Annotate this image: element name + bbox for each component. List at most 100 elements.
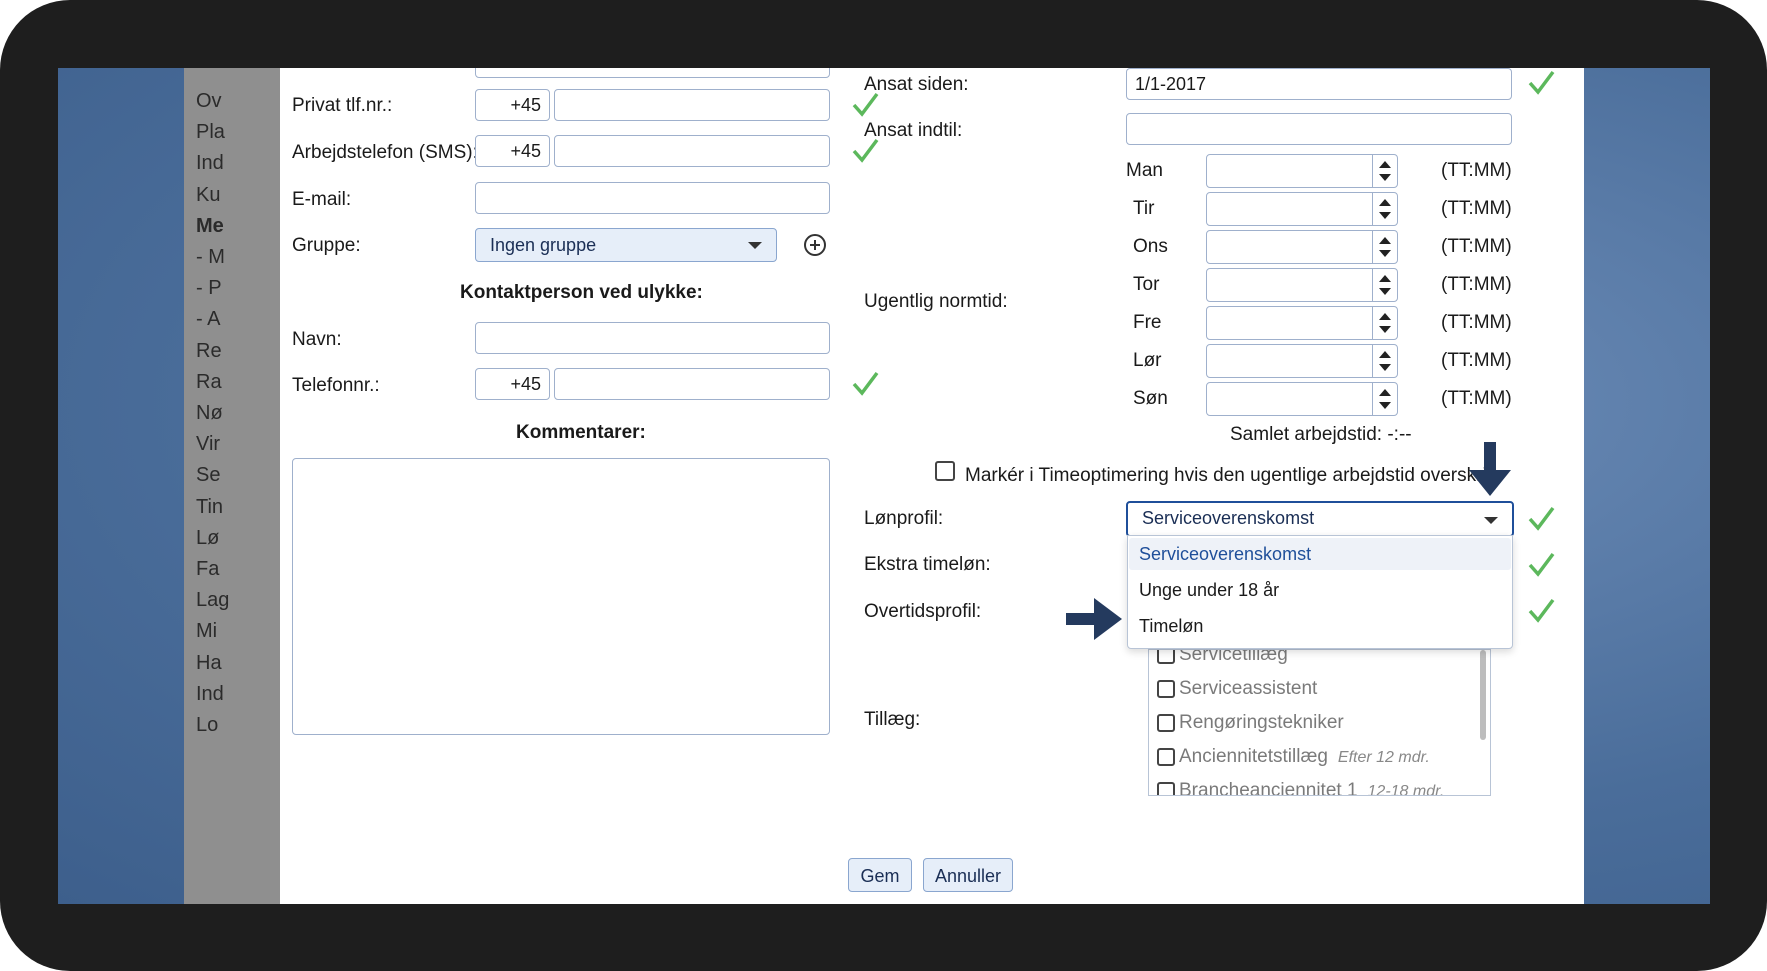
device-frame: Ov Pla Ind Ku Me - M - P - A Re Ra Nø Vir Se Tin Lø Fa L…	[0, 0, 1767, 971]
stepper-buttons[interactable]	[1372, 383, 1397, 415]
tillaeg-item[interactable]: Serviceassistent	[1157, 678, 1327, 708]
day-label: Fre	[1133, 312, 1162, 333]
chevron-up-icon[interactable]	[1379, 199, 1391, 206]
chevron-down-icon[interactable]	[1379, 288, 1391, 295]
chevron-down-icon[interactable]	[1379, 250, 1391, 257]
chevron-down-icon[interactable]	[1379, 402, 1391, 409]
day-hours-stepper[interactable]	[1206, 268, 1398, 302]
save-button[interactable]: Gem	[848, 858, 912, 892]
day-hours-stepper[interactable]	[1206, 230, 1398, 264]
privat-number-input[interactable]	[554, 89, 830, 121]
privat-label: Privat tlf.nr.:	[292, 95, 393, 116]
tillaeg-checkbox[interactable]	[1157, 713, 1175, 732]
telefon-number-input[interactable]	[554, 368, 830, 400]
ansat-indtil-field[interactable]	[1126, 113, 1512, 145]
email-label: E-mail:	[292, 189, 352, 210]
telefon-prefix-input[interactable]: +45	[475, 368, 550, 400]
day-hours-stepper[interactable]	[1206, 382, 1398, 416]
ansat-indtil-label: Ansat indtil:	[864, 120, 963, 141]
dropdown-option-unge[interactable]: Unge under 18 år	[1129, 574, 1511, 606]
lonprofil-label: Lønprofil:	[864, 508, 944, 529]
chevron-up-icon[interactable]	[1379, 237, 1391, 244]
navn-field[interactable]	[475, 322, 830, 354]
chevron-down-icon[interactable]	[1379, 364, 1391, 371]
day-hours-stepper[interactable]	[1206, 154, 1398, 188]
day-unit-label: (TT:MM)	[1441, 274, 1512, 295]
chevron-down-icon[interactable]	[1379, 326, 1391, 333]
tillaeg-list[interactable]: Servicetillæg Serviceassistent Rengøringst…	[1148, 649, 1491, 796]
lonprofil-value: Serviceoverenskomst	[1142, 508, 1315, 528]
chevron-up-icon[interactable]	[1379, 161, 1391, 168]
ugentlig-label: Ugentlig normtid:	[864, 291, 1008, 312]
tillaeg-item-note: Efter 12 mdr.	[1337, 749, 1430, 766]
add-group-icon[interactable]	[804, 234, 826, 256]
dropdown-option-serviceoverenskomst[interactable]: Serviceoverenskomst	[1129, 538, 1511, 570]
background-menu-item: Ha	[196, 651, 222, 674]
contact-heading: Kontaktperson ved ulykke:	[460, 282, 703, 303]
stepper-buttons[interactable]	[1372, 345, 1397, 377]
day-hours-stepper[interactable]	[1206, 344, 1398, 378]
lonprofil-select[interactable]: Serviceoverenskomst	[1126, 501, 1514, 537]
tillaeg-item[interactable]: Anciennitetstillæg Efter 12 mdr.	[1157, 746, 1430, 776]
arbejd-number-input[interactable]	[554, 135, 830, 167]
ansat-siden-field[interactable]: 1/1-2017	[1126, 68, 1512, 100]
marker-checkbox[interactable]	[935, 461, 955, 481]
stepper-buttons[interactable]	[1372, 155, 1397, 187]
day-unit-label: (TT:MM)	[1441, 350, 1512, 371]
tillaeg-item-note: 12-18 mdr.	[1367, 783, 1445, 796]
tillaeg-checkbox[interactable]	[1157, 650, 1175, 664]
day-label: Ons	[1133, 236, 1168, 257]
chevron-down-icon[interactable]	[1379, 174, 1391, 181]
tillaeg-checkbox[interactable]	[1157, 781, 1175, 795]
tillaeg-checkbox[interactable]	[1157, 747, 1175, 766]
employee-dialog: Privat tlf.nr.: +45 Arbejdstelefon (SMS)…	[280, 68, 1584, 904]
tillaeg-scrollbar[interactable]	[1480, 650, 1486, 740]
day-hours-stepper[interactable]	[1206, 192, 1398, 226]
check-icon	[1526, 596, 1556, 626]
background-menu-item: - M	[196, 246, 225, 268]
chevron-up-icon[interactable]	[1379, 275, 1391, 282]
stepper-buttons[interactable]	[1372, 307, 1397, 339]
chevron-up-icon[interactable]	[1379, 389, 1391, 396]
day-unit-label: (TT:MM)	[1441, 236, 1512, 257]
day-hours-stepper[interactable]	[1206, 306, 1398, 340]
tillaeg-checkbox[interactable]	[1157, 679, 1175, 698]
background-menu-item: Mi	[196, 620, 218, 643]
stepper-buttons[interactable]	[1372, 269, 1397, 301]
cancel-button[interactable]: Annuller	[923, 858, 1013, 892]
email-field[interactable]	[475, 182, 830, 214]
arbejd-prefix-input[interactable]: +45	[475, 135, 550, 167]
stepper-buttons[interactable]	[1372, 231, 1397, 263]
gruppe-label: Gruppe:	[292, 235, 361, 256]
chevron-down-icon	[1484, 517, 1498, 524]
tillaeg-item[interactable]: Servicetillæg	[1157, 650, 1298, 674]
day-unit-label: (TT:MM)	[1441, 388, 1512, 409]
privat-prefix-input[interactable]: +45	[475, 89, 550, 121]
chevron-down-icon[interactable]	[1379, 212, 1391, 219]
background-menu-item: Ra	[196, 370, 222, 393]
chevron-up-icon[interactable]	[1379, 313, 1391, 320]
background-menu-item: Ind	[196, 682, 224, 705]
arrow-down-icon	[1469, 442, 1511, 496]
dropdown-option-timelon[interactable]: Timeløn	[1129, 610, 1511, 642]
check-icon	[1526, 550, 1556, 580]
background-menu-item: Pla	[196, 121, 225, 144]
comments-textarea[interactable]	[292, 458, 830, 735]
telefon-label: Telefonnr.:	[292, 375, 380, 396]
partial-top-input[interactable]	[475, 68, 830, 78]
gruppe-select[interactable]: Ingen gruppe	[475, 228, 777, 262]
chevron-up-icon[interactable]	[1379, 351, 1391, 358]
background-menu-item: - P	[196, 277, 222, 300]
tillaeg-item[interactable]: Rengøringstekniker	[1157, 712, 1354, 742]
lonprofil-dropdown: Serviceoverenskomst Unge under 18 år Tim…	[1127, 535, 1513, 649]
day-label: Søn	[1133, 388, 1168, 409]
background-menu-item: Ku	[196, 183, 221, 206]
tillaeg-item-label: Anciennitetstillæg	[1179, 746, 1328, 767]
day-unit-label: (TT:MM)	[1441, 160, 1512, 181]
stepper-buttons[interactable]	[1372, 193, 1397, 225]
ekstra-label: Ekstra timeløn:	[864, 554, 991, 575]
tillaeg-item[interactable]: Brancheanciennitet 1 12-18 mdr.	[1157, 780, 1445, 796]
tillaeg-label: Tillæg:	[864, 709, 921, 730]
gruppe-value: Ingen gruppe	[490, 235, 597, 255]
overtid-label: Overtidsprofil:	[864, 601, 982, 622]
